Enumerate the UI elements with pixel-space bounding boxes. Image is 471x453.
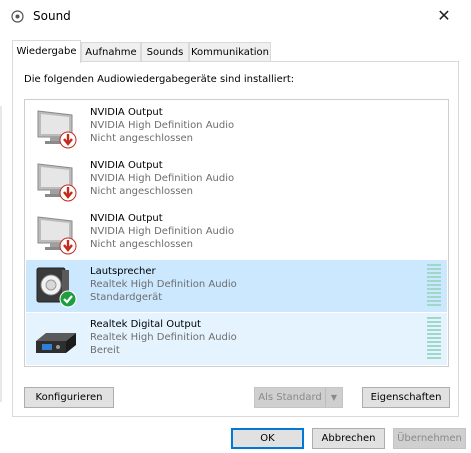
tab-aufnahme[interactable]: Aufnahme [81, 42, 141, 62]
device-list[interactable]: NVIDIA Output NVIDIA High Definition Aud… [24, 99, 449, 367]
device-driver: NVIDIA High Definition Audio [90, 120, 235, 131]
device-driver: NVIDIA High Definition Audio [90, 173, 235, 184]
speaker-default-icon [36, 267, 77, 308]
close-button[interactable]: ✕ [434, 6, 454, 26]
set-default-label: Als Standard [258, 392, 322, 403]
list-item[interactable]: NVIDIA Output NVIDIA High Definition Aud… [26, 154, 447, 206]
device-driver: Realtek High Definition Audio [90, 279, 237, 290]
device-driver: Realtek High Definition Audio [90, 332, 237, 343]
apply-button[interactable]: Übernehmen [393, 428, 466, 449]
tab-wiedergabe[interactable]: Wiedergabe [12, 40, 81, 63]
level-meter [427, 317, 441, 361]
device-status: Nicht angeschlossen [90, 239, 194, 250]
list-item[interactable]: NVIDIA Output NVIDIA High Definition Aud… [26, 101, 447, 153]
background-window-edge [0, 106, 2, 402]
sound-icon [11, 10, 24, 23]
device-driver: NVIDIA High Definition Audio [90, 226, 235, 237]
device-name: NVIDIA Output [90, 213, 163, 224]
title-bar: Sound ✕ [0, 0, 471, 33]
device-status: Nicht angeschlossen [90, 133, 194, 144]
cancel-button[interactable]: Abbrechen [312, 428, 385, 449]
list-item[interactable]: NVIDIA Output NVIDIA High Definition Aud… [26, 207, 447, 259]
list-item[interactable]: Realtek Digital Output Realtek High Defi… [26, 313, 447, 365]
device-name: NVIDIA Output [90, 107, 163, 118]
ok-button[interactable]: OK [231, 428, 304, 449]
monitor-disconnected-icon [37, 110, 77, 149]
device-status: Bereit [90, 345, 120, 356]
device-status: Standardgerät [90, 292, 163, 303]
properties-button[interactable]: Eigenschaften [362, 387, 450, 408]
device-name: Lautsprecher [90, 266, 156, 277]
monitor-disconnected-icon [37, 163, 77, 202]
list-item[interactable]: Lautsprecher Realtek High Definition Aud… [26, 260, 447, 312]
chevron-down-icon[interactable]: ▼ [325, 388, 342, 407]
tab-sounds[interactable]: Sounds [141, 42, 189, 62]
device-name: Realtek Digital Output [90, 319, 201, 330]
tab-kommunikation[interactable]: Kommunikation [189, 42, 271, 62]
window-title: Sound [33, 9, 71, 23]
digital-output-icon [36, 333, 76, 353]
configure-button[interactable]: Konfigurieren [24, 387, 114, 408]
device-status: Nicht angeschlossen [90, 186, 194, 197]
panel-heading: Die folgenden Audiowiedergabegeräte sind… [24, 74, 295, 85]
level-meter [427, 264, 441, 308]
monitor-disconnected-icon [37, 216, 77, 255]
set-default-button[interactable]: Als Standard ▼ [254, 387, 343, 408]
device-name: NVIDIA Output [90, 160, 163, 171]
